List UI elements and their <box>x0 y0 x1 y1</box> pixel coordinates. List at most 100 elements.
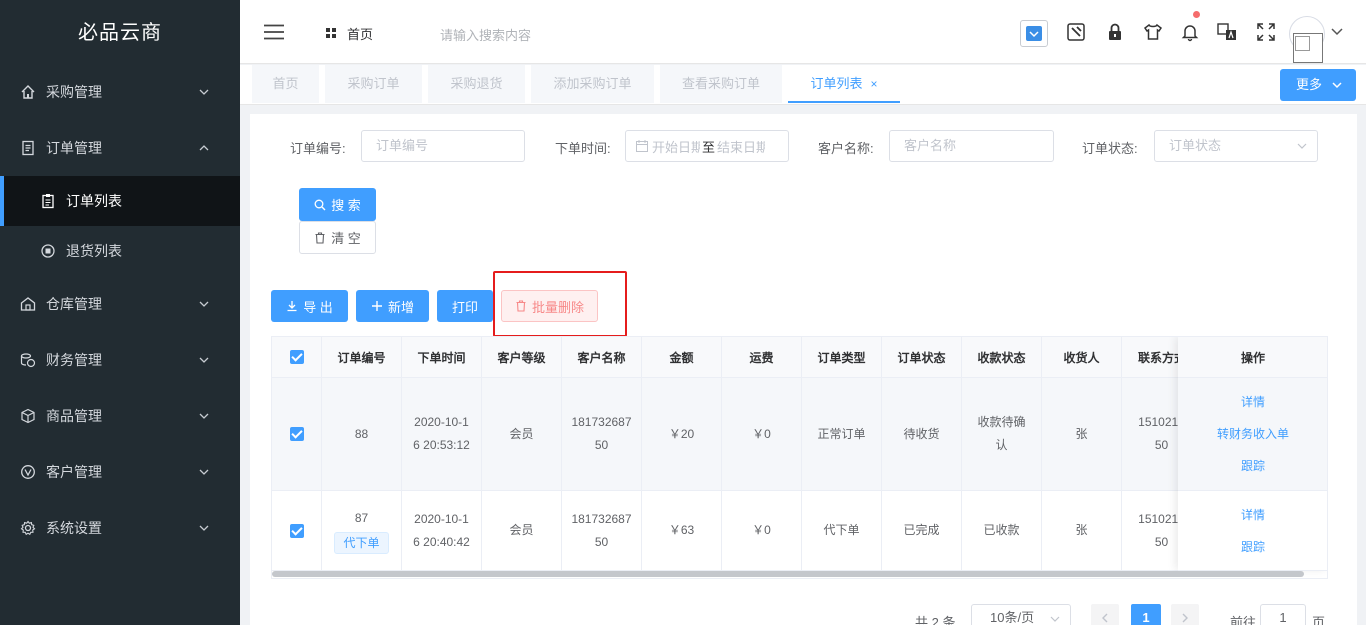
clear-button[interactable]: 清 空 <box>299 221 376 254</box>
clear-button-label: 清 空 <box>331 231 361 246</box>
tab-purchase-orders[interactable]: 采购订单 <box>325 65 422 103</box>
checkbox-checked-icon <box>289 523 304 538</box>
sidebar-item-goods[interactable]: 商品管理 <box>0 388 240 444</box>
detail-link[interactable]: 详情 <box>1241 386 1265 418</box>
plus-icon <box>371 301 382 311</box>
table-cell-type: 代下单 <box>802 491 882 571</box>
close-icon[interactable]: × <box>871 77 878 91</box>
table-cell-order-no: 88 <box>322 378 402 491</box>
chevron-left-icon <box>1102 613 1108 623</box>
table-cell-receiver: 张 <box>1042 378 1122 491</box>
sidebar-item-purchase[interactable]: 采购管理 <box>0 64 240 120</box>
table-cell-order-no: 87 代下单 <box>322 491 402 571</box>
search-icon <box>314 199 326 210</box>
table-cell-status: 待收货 <box>882 378 962 491</box>
tools-icon[interactable] <box>1066 22 1086 42</box>
sidebar-item-label: 仓库管理 <box>46 296 102 312</box>
sidebar-item-order-list[interactable]: 订单列表 <box>0 176 240 226</box>
customer-line-2: 50 <box>594 438 609 452</box>
header-search-input[interactable]: 请输入搜索内容 <box>440 25 531 44</box>
time-line-1: 2020-10-1 <box>414 415 469 429</box>
detail-link[interactable]: 详情 <box>1241 499 1265 531</box>
table-cell-customer: 181732687 50 <box>562 378 642 491</box>
size-select-dropdown[interactable] <box>1020 20 1048 47</box>
chevron-down-icon[interactable] <box>1330 26 1344 38</box>
goto-label: 前往 <box>1230 615 1257 625</box>
to-finance-income-link[interactable]: 转财务收入单 <box>1217 418 1289 450</box>
document-icon <box>20 140 36 156</box>
tab-view-purchase-order[interactable]: 查看采购订单 <box>660 65 782 103</box>
fullscreen-icon[interactable] <box>1256 22 1276 42</box>
start-date-input[interactable]: 开始日期 <box>652 137 700 156</box>
translate-icon[interactable] <box>1217 22 1237 42</box>
chevron-down-icon <box>1050 616 1060 622</box>
range-separator: 至 <box>702 139 716 155</box>
tab-add-purchase-order[interactable]: 添加采购订单 <box>531 65 654 103</box>
row-operations: 详情 转财务收入单 跟踪 <box>1178 378 1327 491</box>
search-button-label: 搜 索 <box>331 198 361 213</box>
prev-page-button[interactable] <box>1091 604 1119 625</box>
order-no-input[interactable]: 订单编号 <box>361 130 525 162</box>
sidebar-item-label: 客户管理 <box>46 464 102 480</box>
sidebar-item-orders[interactable]: 订单管理 <box>0 120 240 176</box>
column-header: 收货人 <box>1042 337 1122 378</box>
track-link[interactable]: 跟踪 <box>1241 531 1265 563</box>
time-line-1: 2020-10-1 <box>414 511 469 526</box>
hamburger-menu-icon[interactable] <box>264 24 284 40</box>
chevron-right-icon <box>1182 613 1188 623</box>
sidebar-item-return-list[interactable]: 退货列表 <box>0 226 240 276</box>
order-status-placeholder: 订单状态 <box>1169 138 1222 153</box>
lock-icon[interactable] <box>1105 22 1125 42</box>
page-size-select[interactable]: 10条/页 <box>971 604 1071 625</box>
freight-text: ￥0 <box>752 426 771 441</box>
table-cell-level: 会员 <box>482 378 562 491</box>
tab-label: 采购订单 <box>347 76 400 91</box>
goto-page-input[interactable]: 1 <box>1260 604 1306 625</box>
search-button[interactable]: 搜 索 <box>299 188 376 221</box>
tab-purchase-returns[interactable]: 采购退货 <box>428 65 525 103</box>
next-page-button[interactable] <box>1171 604 1199 625</box>
column-header: 运费 <box>722 337 802 378</box>
table-cell-receiver: 张 <box>1042 491 1122 571</box>
customer-line-1: 181732687 <box>571 511 632 526</box>
freight-text: ￥0 <box>752 523 771 537</box>
gear-icon <box>20 520 36 536</box>
theme-shirt-icon[interactable] <box>1143 22 1163 42</box>
table-cell-amount: ￥63 <box>642 491 722 571</box>
row-checkbox[interactable] <box>272 491 322 571</box>
brand-logo: 必品云商 <box>78 22 162 44</box>
tab-home[interactable]: 首页 <box>252 65 319 103</box>
add-button[interactable]: 新增 <box>356 290 429 322</box>
page-size-value: 10条/页 <box>990 610 1035 625</box>
table-cell-time: 2020-10-1 6 20:40:42 <box>402 491 482 571</box>
sidebar-item-label: 订单列表 <box>66 193 122 209</box>
row-checkbox[interactable] <box>272 378 322 491</box>
end-date-input[interactable]: 结束日期 <box>717 137 765 156</box>
sidebar-item-label: 退货列表 <box>66 243 122 259</box>
print-button[interactable]: 打印 <box>437 290 493 322</box>
track-link[interactable]: 跟踪 <box>1241 450 1265 482</box>
order-table: 订单编号 下单时间 客户等级 客户名称 金额 运费 订单类型 订单状态 收款状态… <box>271 336 1328 579</box>
more-label: 更多 <box>1296 77 1323 92</box>
column-header: 收款状态 <box>962 337 1042 378</box>
table-cell-payment: 已收款 <box>962 491 1042 571</box>
export-button[interactable]: 导 出 <box>271 290 348 322</box>
clipboard-icon <box>40 193 56 209</box>
horizontal-scrollbar[interactable] <box>272 571 1304 577</box>
breadcrumb-home[interactable]: 首页 <box>326 24 373 43</box>
sidebar-item-finance[interactable]: 财务管理 <box>0 332 240 388</box>
sidebar-item-customers[interactable]: 客户管理 <box>0 444 240 500</box>
customer-name-input[interactable]: 客户名称 <box>889 130 1054 162</box>
sidebar: 必品云商 采购管理 订单管理 订单列表 退货列表 仓库管理 财务管理 商品管理 … <box>0 0 240 625</box>
tab-order-list[interactable]: 订单列表 × <box>788 65 900 103</box>
bell-icon[interactable] <box>1180 22 1200 42</box>
column-header: 操作 <box>1178 337 1327 378</box>
date-range-picker[interactable]: 开始日期 至 结束日期 <box>625 130 789 162</box>
sidebar-item-settings[interactable]: 系统设置 <box>0 500 240 556</box>
select-all-checkbox[interactable] <box>272 337 322 378</box>
page-number-current[interactable]: 1 <box>1131 604 1161 625</box>
more-tabs-button[interactable]: 更多 <box>1280 69 1356 101</box>
order-status-select[interactable]: 订单状态 <box>1154 130 1318 162</box>
order-time-label: 下单时间: <box>555 141 611 156</box>
sidebar-item-warehouse[interactable]: 仓库管理 <box>0 276 240 332</box>
